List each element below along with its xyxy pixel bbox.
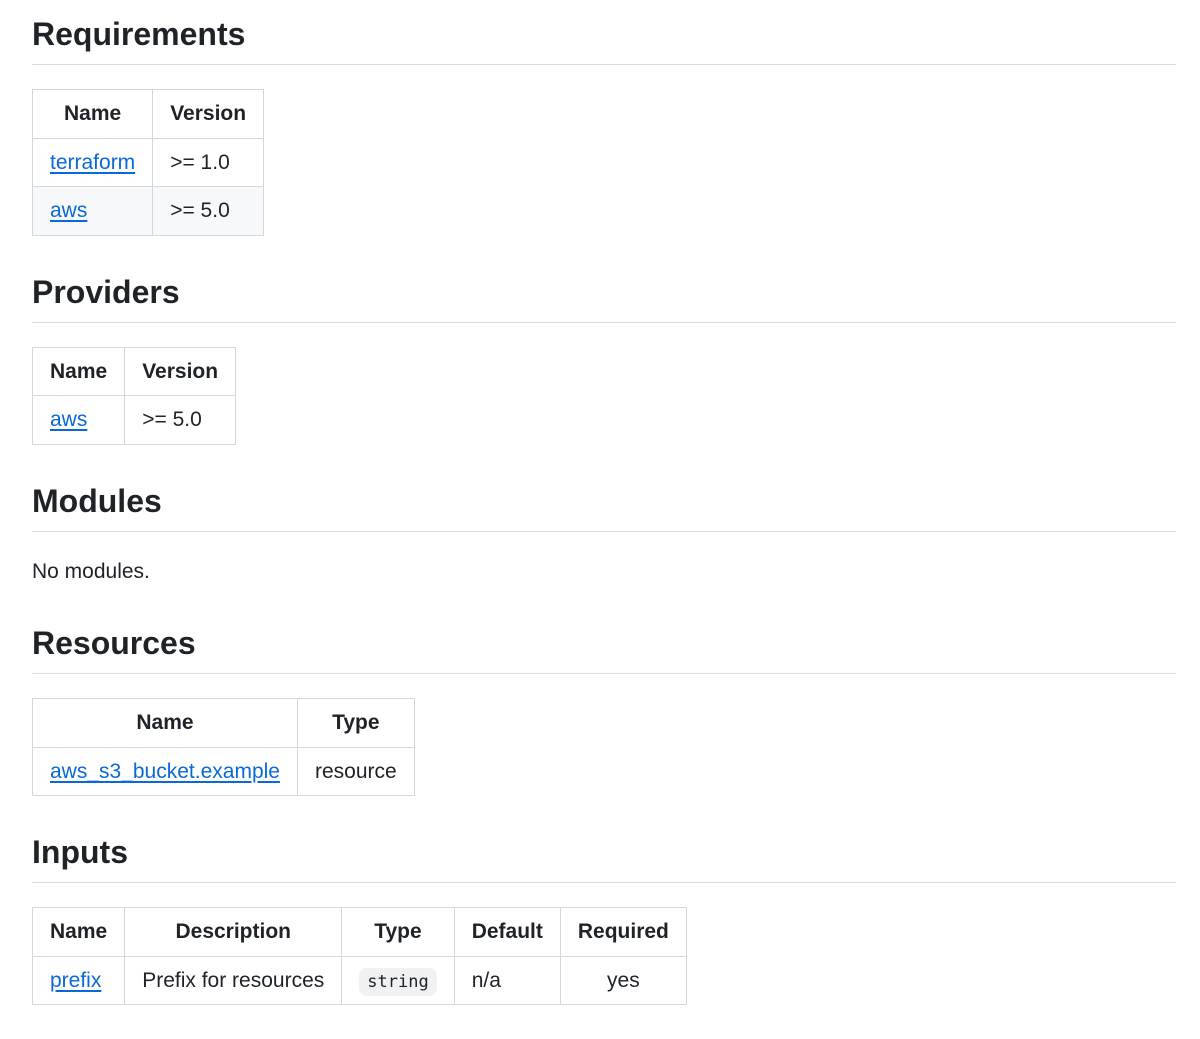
requirements-col-version: Version (153, 90, 264, 139)
input-name-cell: prefix (33, 956, 125, 1005)
providers-table: Name Version aws >= 5.0 (32, 347, 236, 445)
table-row: aws >= 5.0 (33, 187, 264, 236)
resources-header-row: Name Type (33, 699, 415, 748)
provider-name-cell: aws (33, 396, 125, 445)
type-code-badge: string (359, 968, 436, 996)
resource-name-cell: aws_s3_bucket.example (33, 747, 298, 796)
aws-provider-link[interactable]: aws (50, 408, 87, 431)
input-default-cell: n/a (454, 956, 560, 1005)
providers-heading: Providers (32, 272, 1176, 323)
table-row: prefix Prefix for resources string n/a y… (33, 956, 687, 1005)
inputs-header-row: Name Description Type Default Required (33, 908, 687, 957)
inputs-col-type: Type (342, 908, 454, 957)
modules-heading: Modules (32, 481, 1176, 532)
table-row: aws >= 5.0 (33, 396, 236, 445)
table-row: terraform >= 1.0 (33, 138, 264, 187)
no-modules-text: No modules. (32, 556, 1176, 588)
requirements-col-name: Name (33, 90, 153, 139)
terraform-docs-page: Requirements Name Version terraform >= 1… (0, 0, 1200, 1039)
resources-heading: Resources (32, 623, 1176, 674)
requirement-version-cell: >= 1.0 (153, 138, 264, 187)
resource-type-cell: resource (297, 747, 414, 796)
providers-col-version: Version (125, 347, 236, 396)
resources-col-type: Type (297, 699, 414, 748)
requirements-header-row: Name Version (33, 90, 264, 139)
inputs-col-name: Name (33, 908, 125, 957)
inputs-table: Name Description Type Default Required p… (32, 907, 687, 1005)
prefix-input-link[interactable]: prefix (50, 969, 101, 992)
requirements-heading: Requirements (32, 14, 1176, 65)
input-type-cell: string (342, 956, 454, 1005)
input-required-cell: yes (560, 956, 686, 1005)
providers-header-row: Name Version (33, 347, 236, 396)
providers-col-name: Name (33, 347, 125, 396)
table-row: aws_s3_bucket.example resource (33, 747, 415, 796)
aws-s3-bucket-example-link[interactable]: aws_s3_bucket.example (50, 760, 280, 783)
requirement-name-cell: terraform (33, 138, 153, 187)
requirement-version-cell: >= 5.0 (153, 187, 264, 236)
input-description-cell: Prefix for resources (125, 956, 342, 1005)
requirements-table: Name Version terraform >= 1.0 aws >= 5.0 (32, 89, 264, 236)
inputs-col-default: Default (454, 908, 560, 957)
aws-requirement-link[interactable]: aws (50, 199, 87, 222)
resources-col-name: Name (33, 699, 298, 748)
requirement-name-cell: aws (33, 187, 153, 236)
provider-version-cell: >= 5.0 (125, 396, 236, 445)
inputs-heading: Inputs (32, 832, 1176, 883)
terraform-requirement-link[interactable]: terraform (50, 151, 135, 174)
resources-table: Name Type aws_s3_bucket.example resource (32, 698, 415, 796)
inputs-col-description: Description (125, 908, 342, 957)
inputs-col-required: Required (560, 908, 686, 957)
